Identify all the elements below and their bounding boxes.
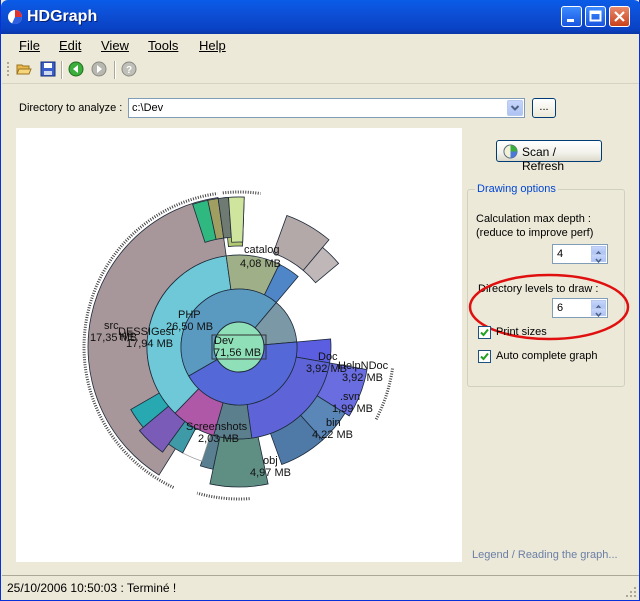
red-highlight-ellipse: [468, 273, 630, 341]
auto-complete-label: Auto complete graph: [496, 350, 598, 362]
calc-depth-value: 4: [557, 248, 564, 260]
maximize-button[interactable]: [585, 6, 606, 27]
label-obj-size: 4,97 MB: [250, 467, 291, 479]
label-bin-size: 4,22 MB: [312, 429, 353, 441]
svg-text:?: ?: [126, 65, 132, 76]
close-icon: [614, 11, 625, 22]
toolbar-separator: [61, 61, 63, 79]
label-helpndoc-name: HelpNDoc: [338, 360, 389, 372]
disk-usage-sunburst[interactable]: Dev71,56 MBPHP26,50 MBsrc17,35 MBDESSIGe…: [16, 128, 462, 562]
drawing-options-title: Drawing options: [475, 183, 558, 195]
toolbar-grip-icon: [7, 62, 9, 76]
label-src-name: src: [104, 320, 119, 332]
dropdown-arrow-button[interactable]: [507, 100, 523, 116]
chevron-down-icon: [595, 258, 602, 264]
menu-edit[interactable]: Edit: [59, 38, 81, 53]
spin-up-button[interactable]: [591, 246, 606, 256]
calc-depth-label: Calculation max depth :: [476, 213, 591, 225]
spin-down-button[interactable]: [591, 254, 606, 264]
print-sizes-checkbox[interactable]: [478, 326, 491, 339]
directory-value: c:\Dev: [132, 102, 164, 114]
scan-refresh-label: Scan / Refresh: [522, 145, 565, 173]
calc-depth-spinner[interactable]: 4: [552, 244, 608, 264]
back-icon[interactable]: [68, 61, 84, 77]
directory-combo[interactable]: c:\Dev: [128, 98, 525, 118]
auto-complete-checkbox[interactable]: [478, 350, 491, 363]
label-bin-name: bin: [326, 417, 341, 429]
menu-help[interactable]: Help: [199, 38, 226, 53]
label-svn-size: 1,99 MB: [332, 403, 373, 415]
menu-view[interactable]: View: [101, 38, 129, 53]
browse-button[interactable]: ...: [532, 98, 556, 118]
resize-grip-icon[interactable]: [625, 586, 637, 598]
label-helpndoc-size: 3,92 MB: [342, 372, 383, 384]
graph-panel[interactable]: Dev 71,56 MB PHP 26,50 MB src 17,35 MB DESSIGe…: [16, 128, 462, 562]
toolbar: ?: [2, 57, 639, 84]
toolbar-separator: [114, 61, 116, 79]
label-screens-name: Screenshots: [186, 421, 248, 433]
minimize-button[interactable]: [561, 6, 582, 27]
status-bar: 25/10/2006 10:50:03 : Terminé !: [2, 575, 639, 600]
menu-file[interactable]: File: [19, 38, 40, 53]
label-root-size: 71,56 MB: [214, 347, 261, 359]
label-catalog-name: catalog: [244, 244, 279, 256]
catalog-sub-segment[interactable]: [228, 196, 245, 243]
maximize-icon: [589, 10, 602, 22]
label-obj-name: obj: [263, 455, 278, 467]
close-button[interactable]: [609, 6, 630, 27]
label-php-name: PHP: [178, 309, 201, 321]
legend-link[interactable]: Legend / Reading the graph...: [472, 549, 618, 561]
title-bar[interactable]: HDGraph: [1, 0, 640, 34]
label-screens-size: 2,03 MB: [198, 433, 239, 445]
window-title: HDGraph: [27, 8, 98, 25]
label-he-name: HE: [119, 331, 134, 343]
menu-bar: File Edit View Tools Help: [2, 34, 639, 56]
label-doc-name: Doc: [318, 351, 338, 363]
label-catalog-size: 4,08 MB: [240, 258, 281, 270]
menu-tools[interactable]: Tools: [148, 38, 178, 53]
scan-chart-icon: [503, 144, 518, 159]
app-window: HDGraph File Edit View Tools Help ? Dire…: [0, 0, 640, 601]
misc-outer-border: [222, 190, 261, 195]
label-root-name: Dev: [214, 335, 234, 347]
chevron-down-icon: [510, 105, 520, 111]
save-icon[interactable]: [40, 61, 56, 77]
checkmark-icon: [480, 352, 489, 361]
calc-depth-note: (reduce to improve perf): [476, 227, 594, 239]
status-text: 25/10/2006 10:50:03 : Terminé !: [7, 581, 177, 595]
print-sizes-label: Print sizes: [496, 326, 547, 338]
app-logo-icon: [8, 10, 23, 25]
minimize-icon: [567, 19, 574, 22]
label-svn-name: .svn: [340, 391, 360, 403]
help-icon[interactable]: ?: [121, 61, 137, 77]
open-folder-icon[interactable]: [16, 61, 32, 77]
directory-label: Directory to analyze :: [19, 102, 123, 114]
forward-icon[interactable]: [91, 61, 107, 77]
obj-outer-border: [196, 491, 250, 501]
checkmark-icon: [480, 328, 489, 337]
scan-refresh-button[interactable]: Scan / Refresh: [496, 140, 602, 173]
